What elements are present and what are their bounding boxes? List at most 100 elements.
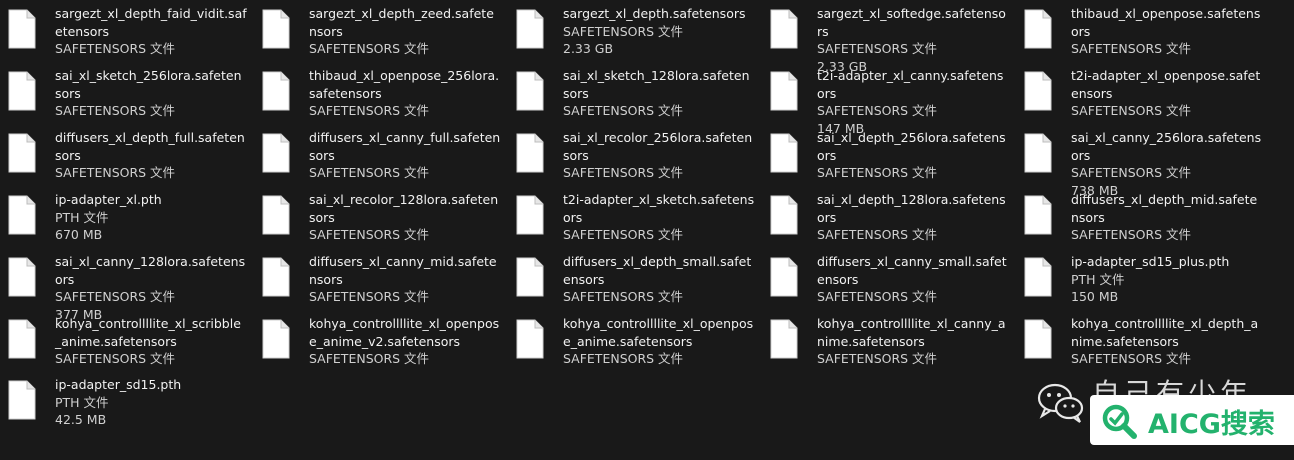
file-meta: kohya_controllllite_xl_openpose_anime.sa… (563, 315, 755, 368)
file-item[interactable]: sargezt_xl_depth_zeed.safetensors SAFETE… (254, 5, 504, 65)
file-type: SAFETENSORS 文件 (563, 289, 684, 304)
file-meta: sargezt_xl_depth_faid_vidit.safetensors … (55, 5, 247, 58)
file-name: kohya_controllllite_xl_canny_anime.safet… (817, 316, 1006, 349)
file-item[interactable]: sai_xl_recolor_128lora.safetensors SAFET… (254, 191, 504, 251)
file-name: sai_xl_canny_256lora.safetensors (1071, 130, 1262, 163)
file-meta: diffusers_xl_depth_full.safetensors SAFE… (55, 129, 247, 182)
file-name: kohya_controllllite_xl_depth_anime.safet… (1071, 316, 1259, 349)
file-name: kohya_controllllite_xl_scribble_anime.sa… (55, 316, 241, 349)
file-item[interactable]: sai_xl_sketch_256lora.safetensors SAFETE… (0, 67, 250, 127)
file-item[interactable]: sai_xl_canny_128lora.safetensors SAFETEN… (0, 253, 250, 322)
file-item[interactable]: sargezt_xl_depth_faid_vidit.safetensors … (0, 5, 250, 65)
file-size: 2.33 GB (563, 41, 614, 56)
file-item[interactable]: ip-adapter_sd15.pth PTH 文件 42.5 MB (0, 376, 250, 436)
file-name: thibaud_xl_openpose_256lora.safetensors (309, 68, 500, 101)
file-meta: diffusers_xl_canny_small.safetensors SAF… (817, 253, 1009, 306)
document-icon (516, 319, 544, 359)
file-type: SAFETENSORS 文件 (1071, 227, 1192, 242)
file-name: sargezt_xl_depth_zeed.safetensors (309, 6, 494, 39)
file-name: ip-adapter_xl.pth (55, 192, 162, 207)
file-type: SAFETENSORS 文件 (55, 41, 176, 56)
file-item[interactable]: kohya_controllllite_xl_depth_anime.safet… (1016, 315, 1266, 375)
file-name: sargezt_xl_depth.safetensors (563, 6, 746, 21)
document-icon (516, 257, 544, 297)
file-type: SAFETENSORS 文件 (563, 165, 684, 180)
file-name: diffusers_xl_depth_small.safetensors (563, 254, 752, 287)
file-item[interactable]: kohya_controllllite_xl_openpose_anime_v2… (254, 315, 504, 375)
file-type: SAFETENSORS 文件 (55, 165, 176, 180)
file-type: SAFETENSORS 文件 (1071, 165, 1192, 180)
file-type: SAFETENSORS 文件 (1071, 351, 1192, 366)
file-item[interactable]: t2i-adapter_xl_canny.safetensors SAFETEN… (762, 67, 1012, 136)
file-meta: diffusers_xl_canny_full.safetensors SAFE… (309, 129, 501, 182)
document-icon (1024, 9, 1052, 49)
file-name: sai_xl_recolor_256lora.safetensors (563, 130, 753, 163)
file-type: PTH 文件 (55, 394, 109, 410)
file-item[interactable]: ip-adapter_xl.pth PTH 文件 670 MB (0, 191, 250, 251)
file-type: SAFETENSORS 文件 (563, 227, 684, 242)
document-icon (1024, 195, 1052, 235)
file-item[interactable]: ip-adapter_sd15_plus.pth PTH 文件 150 MB (1016, 253, 1266, 313)
wechat-icon (1035, 380, 1087, 424)
file-meta: ip-adapter_xl.pth PTH 文件 670 MB (55, 191, 247, 244)
watermark-text: AICG搜索 (1148, 409, 1275, 440)
file-item[interactable]: diffusers_xl_canny_small.safetensors SAF… (762, 253, 1012, 313)
file-item[interactable]: diffusers_xl_canny_mid.safetensors SAFET… (254, 253, 504, 313)
file-item[interactable]: sai_xl_canny_256lora.safetensors SAFETEN… (1016, 129, 1266, 198)
file-name: sargezt_xl_softedge.safetensors (817, 6, 1006, 39)
file-item[interactable]: sargezt_xl_softedge.safetensors SAFETENS… (762, 5, 1012, 74)
file-meta: sargezt_xl_depth.safetensors SAFETENSORS… (563, 5, 755, 58)
document-icon (1024, 133, 1052, 173)
file-item[interactable]: thibaud_xl_openpose_256lora.safetensors … (254, 67, 504, 127)
file-item[interactable]: kohya_controllllite_xl_canny_anime.safet… (762, 315, 1012, 375)
file-meta: t2i-adapter_xl_openpose.safetensors SAFE… (1071, 67, 1263, 120)
document-icon (770, 195, 798, 235)
file-name: t2i-adapter_xl_sketch.safetensors (563, 192, 755, 225)
file-name: sai_xl_depth_128lora.safetensors (817, 192, 1006, 225)
file-meta: kohya_controllllite_xl_depth_anime.safet… (1071, 315, 1263, 368)
file-name: diffusers_xl_canny_small.safetensors (817, 254, 1007, 287)
file-type: SAFETENSORS 文件 (817, 351, 938, 366)
file-name: t2i-adapter_xl_canny.safetensors (817, 68, 1004, 101)
file-item[interactable]: sai_xl_recolor_256lora.safetensors SAFET… (508, 129, 758, 189)
file-item[interactable]: t2i-adapter_xl_sketch.safetensors SAFETE… (508, 191, 758, 251)
watermark: 自己有少年 AICG搜索 (1030, 377, 1294, 460)
document-icon (770, 257, 798, 297)
file-meta: diffusers_xl_depth_mid.safetensors SAFET… (1071, 191, 1263, 244)
file-type: PTH 文件 (1071, 271, 1125, 287)
file-item[interactable]: sai_xl_depth_256lora.safetensors SAFETEN… (762, 129, 1012, 189)
file-item[interactable]: diffusers_xl_depth_small.safetensors SAF… (508, 253, 758, 313)
document-icon (262, 9, 290, 49)
file-meta: ip-adapter_sd15_plus.pth PTH 文件 150 MB (1071, 253, 1263, 306)
file-type: PTH 文件 (55, 209, 109, 225)
file-item[interactable]: kohya_controllllite_xl_openpose_anime.sa… (508, 315, 758, 375)
file-type: SAFETENSORS 文件 (563, 23, 684, 39)
file-item[interactable]: kohya_controllllite_xl_scribble_anime.sa… (0, 315, 250, 375)
document-icon (770, 133, 798, 173)
document-icon (262, 133, 290, 173)
file-item[interactable]: diffusers_xl_canny_full.safetensors SAFE… (254, 129, 504, 189)
file-meta: kohya_controllllite_xl_scribble_anime.sa… (55, 315, 247, 368)
document-icon (8, 133, 36, 173)
file-meta: thibaud_xl_openpose.safetensors SAFETENS… (1071, 5, 1263, 58)
file-type: SAFETENSORS 文件 (309, 41, 430, 56)
file-name: sai_xl_canny_128lora.safetensors (55, 254, 246, 287)
file-item[interactable]: diffusers_xl_depth_full.safetensors SAFE… (0, 129, 250, 189)
file-item[interactable]: diffusers_xl_depth_mid.safetensors SAFET… (1016, 191, 1266, 251)
file-item[interactable]: sai_xl_depth_128lora.safetensors SAFETEN… (762, 191, 1012, 251)
file-item[interactable]: sargezt_xl_depth.safetensors SAFETENSORS… (508, 5, 758, 65)
document-icon (8, 380, 36, 420)
file-item[interactable]: t2i-adapter_xl_openpose.safetensors SAFE… (1016, 67, 1266, 127)
document-icon (770, 71, 798, 111)
file-meta: thibaud_xl_openpose_256lora.safetensors … (309, 67, 501, 120)
file-meta: t2i-adapter_xl_canny.safetensors SAFETEN… (817, 67, 1009, 137)
file-name: ip-adapter_sd15.pth (55, 377, 182, 392)
file-item[interactable]: thibaud_xl_openpose.safetensors SAFETENS… (1016, 5, 1266, 65)
file-type: SAFETENSORS 文件 (817, 289, 938, 304)
file-name: ip-adapter_sd15_plus.pth (1071, 254, 1230, 269)
file-item[interactable]: sai_xl_sketch_128lora.safetensors SAFETE… (508, 67, 758, 127)
file-name: t2i-adapter_xl_openpose.safetensors (1071, 68, 1261, 101)
file-type: SAFETENSORS 文件 (55, 289, 176, 304)
document-icon (516, 71, 544, 111)
file-type: SAFETENSORS 文件 (309, 289, 430, 304)
